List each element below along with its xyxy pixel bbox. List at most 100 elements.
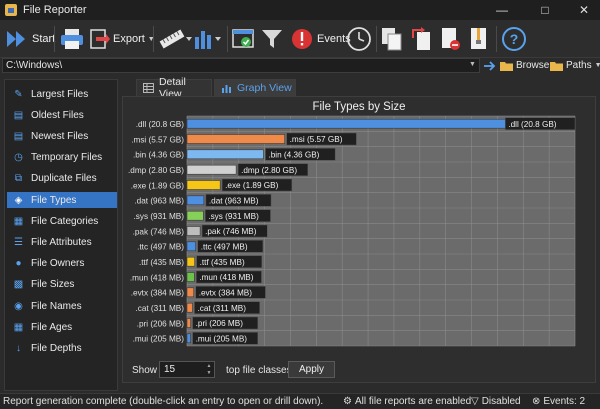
path-bar: C:\Windows\ ▼ Browse Paths ▼ [0, 58, 600, 74]
events-status[interactable]: ⊗ Events: 2 [532, 396, 585, 407]
bar [186, 302, 193, 313]
apply-button[interactable]: Apply [288, 361, 335, 378]
close-button[interactable]: ✕ [568, 0, 600, 20]
data-label: .ttc (497 MB) [201, 243, 248, 252]
chart-icon [222, 85, 231, 93]
status-message: Report generation complete (double-click… [3, 396, 324, 407]
category-label: .pri (206 MB) [137, 319, 185, 328]
data-label: .dmp (2.80 GB) [241, 166, 297, 175]
export-icon [90, 29, 110, 49]
minimize-button[interactable]: — [486, 0, 518, 20]
data-label: .pri (206 MB) [196, 319, 244, 328]
clock-button[interactable] [346, 24, 372, 54]
reports-enabled-status[interactable]: ⚙ All file reports are enabled [343, 396, 471, 407]
user-icon: ● [15, 258, 22, 270]
sidebar-item-label: File Sizes [31, 279, 75, 291]
arrow-right-icon[interactable] [483, 60, 497, 72]
export-button[interactable]: Export ▼ [88, 24, 155, 54]
sidebar-item-label: File Names [31, 300, 82, 312]
bar [186, 164, 237, 175]
copy-button[interactable] [380, 24, 404, 54]
tag-icon: ◈ [14, 194, 23, 206]
toolbar-separator [227, 26, 228, 52]
ruler-icon: ✎ [14, 88, 23, 100]
filter-button[interactable] [260, 24, 284, 54]
category-label: .ttf (435 MB) [139, 258, 184, 267]
browse-button[interactable]: Browse [500, 58, 549, 73]
data-label: .evtx (384 MB) [199, 289, 253, 298]
bar [186, 256, 195, 267]
move-button[interactable] [409, 24, 433, 54]
chevron-up-icon[interactable]: ▲ [207, 363, 212, 370]
chart-button[interactable] [193, 24, 223, 54]
filter-icon [262, 30, 282, 48]
chevron-down-icon[interactable]: ▼ [469, 61, 476, 68]
ruler-button[interactable] [158, 24, 192, 54]
bar [186, 287, 194, 298]
spinner-buttons[interactable]: ▲ ▼ [204, 362, 214, 377]
delete-file-icon [442, 28, 460, 50]
copy-icon [382, 28, 402, 51]
table-icon [143, 83, 154, 93]
category-label: .pak (746 MB) [133, 227, 185, 236]
data-label: .mui (205 MB) [196, 335, 248, 344]
zip-file-icon [471, 28, 486, 49]
copy-icon: ⧉ [14, 173, 23, 185]
sidebar-item-duplicate-files[interactable]: ⧉ Duplicate Files [7, 171, 117, 187]
sidebar-item-file-types[interactable]: ◈ File Types [7, 192, 117, 208]
chart-title: File Types by Size [312, 101, 405, 113]
path-input[interactable]: C:\Windows\ [2, 58, 480, 73]
data-label: .exe (1.89 GB) [225, 181, 279, 190]
sidebar-item-label: File Categories [31, 215, 99, 227]
sidebar-item-newest-files[interactable]: ▤ Newest Files [7, 128, 117, 144]
sidebar-item-file-ages[interactable]: ▦ File Ages [7, 319, 117, 335]
show-label: Show [132, 365, 158, 376]
ruler-icon [159, 29, 192, 49]
category-label: .evtx (384 MB) [131, 289, 185, 298]
toolbar: Start Export ▼ Events ? [0, 20, 600, 58]
top-classes-spinner[interactable]: 15 ▲ ▼ [159, 361, 215, 378]
maximize-button[interactable]: □ [529, 0, 561, 20]
bar [186, 118, 552, 129]
sidebar-item-temporary-files[interactable]: ◷ Temporary Files [7, 150, 117, 166]
tab-detail-view[interactable]: Detail View [136, 76, 212, 100]
start-button[interactable]: Start [5, 24, 55, 54]
schedule-button[interactable] [231, 24, 255, 54]
folder-icon [500, 62, 513, 71]
zip-button[interactable] [467, 24, 491, 54]
bar [186, 180, 221, 190]
document-icon: ▤ [13, 130, 24, 142]
events-button[interactable]: Events [290, 24, 351, 54]
close-circle-icon: ⊗ [532, 396, 541, 407]
arrow-down-icon: ↓ [16, 342, 21, 354]
chevron-down-icon: ▼ [594, 62, 600, 69]
app-icon [5, 4, 17, 16]
sidebar-item-file-categories[interactable]: ▦ File Categories [7, 213, 117, 229]
tab-graph-view[interactable]: Graph View [214, 79, 296, 96]
sidebar-item-label: Largest Files [31, 88, 89, 100]
help-button[interactable]: ? [501, 24, 527, 54]
sidebar-item-oldest-files[interactable]: ▤ Oldest Files [7, 107, 117, 123]
category-label: .ttc (497 MB) [137, 243, 184, 252]
delete-button[interactable] [438, 24, 462, 54]
toolbar-separator [496, 26, 497, 52]
sidebar-item-largest-files[interactable]: ✎ Largest Files [7, 86, 117, 102]
print-button[interactable] [59, 24, 85, 54]
bar [186, 318, 191, 328]
sidebar-item-file-owners[interactable]: ● File Owners [7, 256, 117, 272]
paths-button[interactable]: Paths ▼ [550, 58, 600, 73]
list-icon: ☰ [14, 236, 23, 248]
sidebar-item-file-sizes[interactable]: ▩ File Sizes [7, 277, 117, 293]
sidebar-item-file-depths[interactable]: ↓ File Depths [7, 340, 117, 356]
start-label: Start [32, 33, 56, 45]
bar [186, 195, 205, 206]
sidebar-item-label: File Attributes [31, 236, 92, 248]
window-check-icon [232, 29, 254, 48]
chevron-down-icon[interactable]: ▼ [207, 370, 212, 377]
disabled-status[interactable]: ▽ Disabled [471, 396, 521, 407]
chart-controls: Show 15 ▲ ▼ top file classes Apply [122, 352, 596, 384]
sidebar-item-file-names[interactable]: ◉ File Names [7, 298, 117, 314]
alert-icon [292, 29, 312, 49]
category-label: .dmp (2.80 GB) [128, 166, 184, 175]
sidebar-item-file-attributes[interactable]: ☰ File Attributes [7, 234, 117, 250]
